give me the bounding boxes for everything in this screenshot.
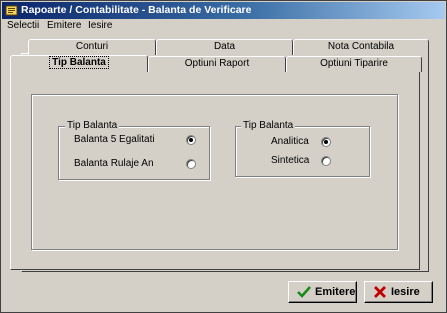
- tab-tip-balanta-label: Tip Balanta: [49, 56, 109, 69]
- option-sintetica-label[interactable]: Sintetica: [271, 155, 309, 166]
- menu-selectii[interactable]: Selectii: [7, 20, 39, 31]
- tab-conturi-label: Conturi: [75, 41, 109, 52]
- tab-data-label: Data: [213, 41, 236, 52]
- close-x-icon: [374, 286, 386, 298]
- tab-nota-contabila[interactable]: Nota Contabila: [293, 39, 429, 55]
- menu-bar: Selectii Emitere Iesire: [2, 19, 445, 33]
- group-tip-balanta-1-legend: Tip Balanta: [65, 120, 120, 131]
- tab-data[interactable]: Data: [156, 39, 293, 55]
- option-analitica-label[interactable]: Analitica: [271, 136, 309, 147]
- tab-nota-contabila-label: Nota Contabila: [327, 41, 395, 52]
- tab-tip-balanta[interactable]: Tip Balanta: [10, 55, 148, 72]
- tab-optiuni-tiparire-label: Optiuni Tiparire: [320, 58, 388, 69]
- option-balanta-5-egalitati-label[interactable]: Balanta 5 Egalitati: [74, 134, 155, 145]
- menu-iesire[interactable]: Iesire: [88, 20, 112, 31]
- group-tip-balanta-2: [235, 126, 370, 177]
- title-bar[interactable]: Rapoarte / Contabilitate - Balanta de Ve…: [2, 2, 445, 19]
- iesire-button[interactable]: Iesire: [364, 281, 433, 303]
- tab-optiuni-raport-label: Optiuni Raport: [184, 58, 250, 69]
- ledger-icon: [5, 5, 18, 16]
- group-tip-balanta-2-legend: Tip Balanta: [241, 120, 296, 131]
- iesire-button-label: Iesire: [391, 286, 420, 298]
- window-title: Rapoarte / Contabilitate - Balanta de Ve…: [21, 4, 252, 16]
- radio-balanta-rulaje-an[interactable]: [186, 159, 196, 169]
- menu-emitere[interactable]: Emitere: [47, 20, 81, 31]
- emitere-button-label: Emitere: [315, 286, 356, 298]
- radio-analitica[interactable]: [321, 137, 331, 147]
- tab-page-tip-balanta: Tip Balanta Balanta 5 Egalitati Balanta …: [10, 70, 420, 270]
- tab-optiuni-raport[interactable]: Optiuni Raport: [148, 56, 286, 72]
- radio-sintetica[interactable]: [321, 156, 331, 166]
- tab-optiuni-tiparire[interactable]: Optiuni Tiparire: [286, 56, 422, 72]
- radio-balanta-5-egalitati[interactable]: [186, 135, 196, 145]
- report-window: Rapoarte / Contabilitate - Balanta de Ve…: [0, 0, 447, 313]
- checkmark-icon: [297, 286, 311, 298]
- tab-conturi[interactable]: Conturi: [28, 39, 156, 55]
- emitere-button[interactable]: Emitere: [288, 281, 357, 303]
- option-balanta-rulaje-an-label[interactable]: Balanta Rulaje An: [74, 158, 154, 169]
